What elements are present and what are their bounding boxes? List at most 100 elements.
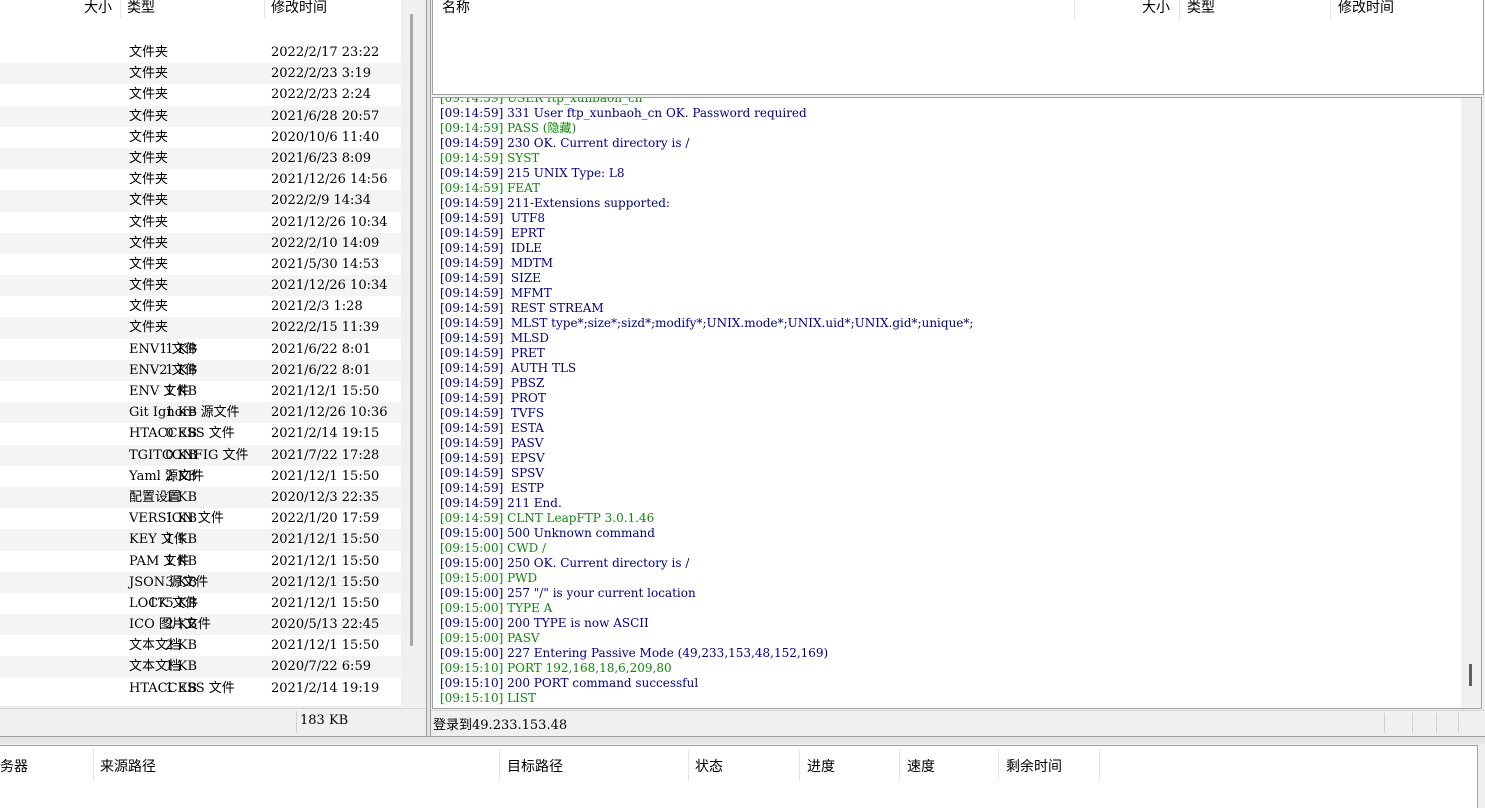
table-row[interactable]: 0 KB HTACCESS 文件 2021/2/14 19:15 (0, 423, 401, 444)
table-row[interactable]: 2 KB 文本文档 2021/12/1 15:50 (0, 635, 401, 656)
scrollbar-thumb[interactable] (1469, 664, 1472, 686)
column-separator[interactable] (799, 749, 800, 781)
cell-type: ENV2 文件 (129, 362, 198, 378)
cell-modified: 2022/2/23 3:19 (271, 66, 371, 82)
table-row[interactable]: 0 KB TGITCONFIG 文件 2021/7/22 17:28 (0, 444, 401, 466)
table-row[interactable]: 文件夹 2021/2/3 1:28 (0, 296, 401, 317)
column-separator[interactable] (499, 749, 500, 781)
table-row[interactable]: 1 KB ENV1 文件 2021/6/22 8:01 (0, 339, 401, 360)
table-row[interactable]: 文件夹 2022/2/10 14:09 (0, 232, 401, 254)
table-row[interactable]: 2 KB Yaml 源文件 2021/12/1 15:50 (0, 466, 401, 487)
table-row[interactable]: 文件夹 2021/12/26 10:34 (0, 212, 401, 233)
column-header-target[interactable]: 目标路径 (507, 756, 563, 776)
remote-status-bar: 登录到49.233.153.48 (431, 710, 1485, 735)
cell-type: 文件夹 (129, 193, 169, 209)
cell-modified: 2021/12/1 15:50 (271, 532, 380, 548)
table-row[interactable]: 1 KB KEY 文件 2021/12/1 15:50 (0, 529, 401, 551)
log-line: [09:14:59] ESTA (440, 421, 544, 435)
table-row[interactable]: 1 KB VERSION 文件 2022/1/20 17:59 (0, 508, 401, 529)
log-line: [09:14:59] IDLE (440, 241, 542, 255)
cell-modified: 2021/12/1 15:50 (271, 553, 380, 569)
table-row[interactable]: 文件夹 2021/6/23 8:09 (0, 147, 401, 170)
cell-modified: 2020/5/13 22:45 (271, 617, 380, 633)
column-separator[interactable] (1099, 749, 1100, 781)
log-line: [09:14:59] 331 User ftp_xunbaoh_cn OK. P… (440, 106, 807, 120)
cell-modified: 2021/12/26 10:34 (271, 278, 388, 294)
table-row[interactable]: 1 KB Git Ignore 源文件 2021/12/26 10:36 (0, 402, 401, 424)
log-line: [09:15:00] PWD (440, 571, 538, 585)
column-header-progress[interactable]: 进度 (807, 756, 835, 776)
column-separator[interactable] (1179, 0, 1180, 20)
table-row[interactable]: 文件夹 2021/6/28 20:57 (0, 105, 401, 127)
log-line: [09:14:59] MDTM (440, 256, 554, 270)
local-vertical-scrollbar[interactable] (401, 0, 426, 706)
local-file-list[interactable]: 大小 类型 修改时间 文件夹 2022/2/17 23:22 文件夹 2022/2/2… (0, 0, 401, 706)
log-line: [09:14:59] 211 End. (440, 496, 562, 510)
table-row[interactable]: 文件夹 2021/5/30 14:53 (0, 254, 401, 275)
window-edge (1478, 745, 1485, 808)
table-row[interactable]: 文件夹 2021/12/26 14:56 (0, 169, 401, 190)
cell-modified: 2021/12/1 15:50 (271, 638, 380, 654)
log-line: [09:14:59] PASV (440, 436, 544, 450)
table-row[interactable]: 文件夹 2022/2/23 2:24 (0, 84, 401, 105)
table-row[interactable]: 1 KB PAM 文件 2021/12/1 15:50 (0, 551, 401, 572)
column-header-speed[interactable]: 速度 (907, 756, 935, 776)
queue-splitter[interactable] (0, 736, 1485, 744)
column-separator[interactable] (1074, 0, 1075, 20)
cell-modified: 2021/12/1 15:50 (271, 384, 380, 399)
transfer-queue[interactable]: 务器 来源路径 目标路径 状态 进度 速度 剩余时间 (0, 745, 1478, 808)
table-row[interactable]: 1 KB 文本文档 2020/7/22 6:59 (0, 656, 401, 678)
pane-splitter[interactable] (426, 0, 431, 736)
column-header-remaining[interactable]: 剩余时间 (1006, 756, 1062, 776)
table-row[interactable]: 文件夹 2022/2/9 14:34 (0, 190, 401, 212)
column-separator[interactable] (998, 749, 999, 781)
table-row[interactable]: 文件夹 2022/2/23 3:19 (0, 63, 401, 85)
cell-type: 文件夹 (129, 278, 169, 294)
cell-modified: 2020/7/22 6:59 (271, 659, 371, 675)
column-separator[interactable] (688, 749, 689, 781)
column-separator[interactable] (1330, 0, 1331, 20)
column-header-modified[interactable]: 修改时间 (1338, 0, 1394, 17)
column-header-modified[interactable]: 修改时间 (271, 0, 327, 17)
log-line: [09:14:59] MLST type*;size*;sizd*;modify… (440, 316, 974, 330)
log-line: [09:15:10] LIST (440, 691, 537, 705)
column-header-size[interactable]: 大小 (1142, 0, 1170, 17)
table-row[interactable]: 2 KB ICO 图片文件 2020/5/13 22:45 (0, 614, 401, 636)
column-header-type[interactable]: 类型 (1187, 0, 1215, 17)
column-separator[interactable] (93, 749, 94, 781)
table-row[interactable]: 文件夹 2020/10/6 11:40 (0, 127, 401, 148)
cell-type: PAM 文件 (129, 553, 190, 569)
log-vertical-scrollbar[interactable] (1461, 98, 1481, 708)
log-line: [09:14:59] 230 OK. Current directory is … (440, 136, 690, 150)
table-row[interactable]: 1 KB 配置设置 2020/12/3 22:35 (0, 486, 401, 509)
scrollbar-thumb[interactable] (410, 14, 413, 646)
table-row[interactable]: 文件夹 2021/12/26 10:34 (0, 275, 401, 297)
column-header-type[interactable]: 类型 (127, 0, 155, 17)
table-row[interactable]: 文件夹 2022/2/17 23:22 (0, 42, 401, 63)
log-line: [09:14:59] FEAT (440, 181, 541, 195)
column-separator[interactable] (899, 749, 900, 781)
column-header-source[interactable]: 来源路径 (100, 756, 156, 776)
column-header-size[interactable]: 大小 (84, 0, 112, 17)
table-row[interactable]: 3 KB JSON 源文件 2021/12/1 15:50 (0, 571, 401, 593)
column-separator[interactable] (264, 0, 265, 18)
ftp-log[interactable]: [09:14:59] USER ftp_xunbaoh_cn [09:14:59]… (432, 97, 1482, 709)
table-row[interactable]: 1 KB ENV 文件 2021/12/1 15:50 (0, 381, 401, 402)
table-row[interactable]: 1 KB HTACCESS 文件 2021/2/14 19:19 (0, 678, 401, 699)
column-header-status[interactable]: 状态 (695, 756, 723, 776)
table-row[interactable]: 文件夹 2022/2/15 11:39 (0, 317, 401, 339)
cell-type: KEY 文件 (129, 532, 187, 548)
column-header-server[interactable]: 务器 (0, 756, 28, 776)
remote-file-list[interactable]: 名称 大小 类型 修改时间 (432, 0, 1484, 95)
log-line: [09:14:59] MLSD (440, 331, 549, 345)
cell-modified: 2021/6/23 8:09 (271, 150, 371, 166)
log-line: [09:14:59] UTF8 (440, 211, 545, 225)
table-row[interactable]: 1 KB ENV2 文件 2021/6/22 8:01 (0, 359, 401, 381)
column-separator[interactable] (120, 0, 121, 18)
local-file-pane: 大小 类型 修改时间 文件夹 2022/2/17 23:22 文件夹 2022/2/2… (0, 0, 426, 736)
cell-type: LOCK 文件 (129, 595, 199, 611)
column-header-name[interactable]: 名称 (442, 0, 470, 17)
cell-type: Yaml 源文件 (129, 468, 204, 484)
table-row[interactable]: 175 KB LOCK 文件 2021/12/1 15:50 (0, 593, 401, 614)
log-line: [09:15:00] 257 "/" is your current locat… (440, 586, 696, 600)
